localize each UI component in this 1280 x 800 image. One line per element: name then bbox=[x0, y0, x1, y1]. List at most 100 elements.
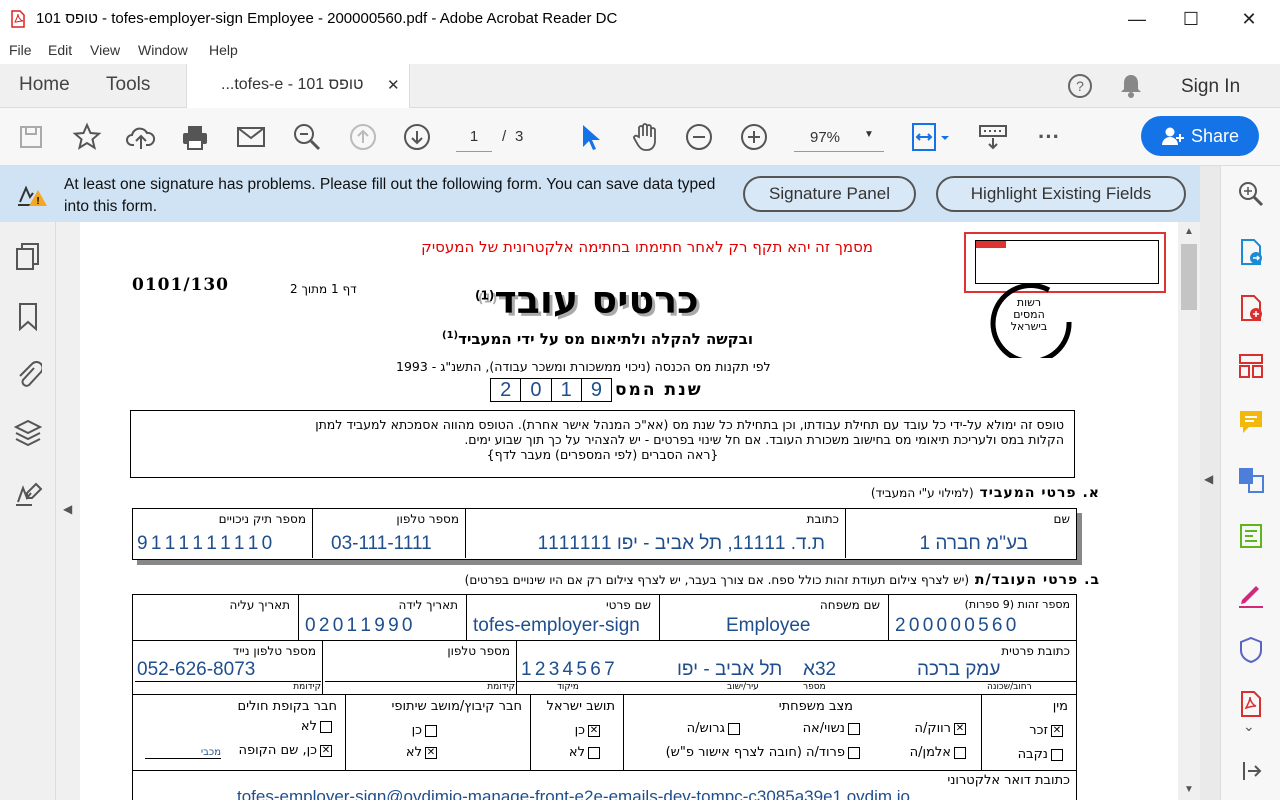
menu-view[interactable]: View bbox=[90, 42, 120, 58]
create-pdf-icon[interactable] bbox=[1237, 294, 1265, 322]
signature-panel-button[interactable]: Signature Panel bbox=[743, 176, 916, 212]
resident-no-option[interactable]: לא bbox=[569, 745, 603, 760]
left-pane-toggle[interactable]: ◀ bbox=[56, 222, 80, 800]
aliya-date-label: תאריך עליה bbox=[229, 598, 290, 612]
right-pane-toggle[interactable]: ◀ bbox=[1200, 166, 1220, 800]
sign-pen-icon[interactable] bbox=[1237, 580, 1265, 608]
hmo-label: חבר בקופת חולים bbox=[237, 699, 337, 714]
page-thumbnails-icon[interactable] bbox=[14, 242, 42, 272]
kibbutz-no-option[interactable]: ✕לא bbox=[406, 745, 440, 760]
mobile-cell[interactable]: מספר טלפון נייד 052-626-8073 קידומת bbox=[133, 641, 323, 694]
select-cursor-icon[interactable] bbox=[572, 120, 606, 154]
employer-name-cell[interactable]: שם בע"מ חברה 1 bbox=[846, 509, 1076, 558]
organize-pages-icon[interactable] bbox=[1237, 352, 1265, 380]
menu-help[interactable]: Help bbox=[209, 42, 238, 58]
highlight-fields-button[interactable]: Highlight Existing Fields bbox=[936, 176, 1186, 212]
signature-warning-banner: ! At least one signature has problems. P… bbox=[0, 166, 1200, 222]
gender-male-option[interactable]: ✕זכר bbox=[1029, 723, 1066, 738]
gender-female-option[interactable]: נקבה bbox=[1018, 747, 1066, 762]
signatures-icon[interactable] bbox=[14, 478, 44, 508]
page-number-input[interactable]: 1 bbox=[456, 124, 492, 152]
hmo-no-option[interactable]: לא bbox=[301, 719, 335, 734]
close-window-button[interactable]: ✕ bbox=[1222, 0, 1276, 38]
read-mode-icon[interactable] bbox=[976, 120, 1010, 154]
search-icon[interactable] bbox=[290, 120, 324, 154]
employer-address-cell[interactable]: כתובת ת.ד. 11111, תל אביב - יפו 1111111 bbox=[466, 509, 846, 558]
cloud-upload-icon[interactable] bbox=[124, 120, 158, 154]
combine-files-icon[interactable] bbox=[1237, 466, 1265, 494]
employer-phone-cell[interactable]: מספר טלפון 03-111-1111 bbox=[313, 509, 466, 558]
zoom-out-icon[interactable] bbox=[682, 120, 716, 154]
last-name-cell[interactable]: שם משפחה Employee bbox=[660, 595, 889, 640]
fill-sign-icon[interactable] bbox=[1237, 522, 1265, 550]
private-address-cell[interactable]: כתובת פרטית 1 2 3 4 5 6 7 תל אביב - יפו … bbox=[517, 641, 1076, 694]
help-icon[interactable]: ? bbox=[1066, 72, 1094, 100]
hmo-name-value[interactable]: מכבי bbox=[145, 747, 221, 759]
layers-icon[interactable] bbox=[14, 418, 42, 448]
previous-page-icon[interactable] bbox=[346, 120, 380, 154]
minimize-button[interactable]: — bbox=[1110, 0, 1164, 38]
email-cell[interactable]: כתובת דואר אלקטרוני tofes-employer-sign@… bbox=[133, 771, 1076, 800]
marital-married-option[interactable]: נשוי/אה bbox=[803, 721, 863, 736]
search-tools-icon[interactable] bbox=[1237, 180, 1265, 208]
employer-address-value: ת.ד. 11111, תל אביב - יפו 1111111 bbox=[537, 533, 825, 554]
id-number-cell[interactable]: מספר זהות (9 ספרות) 2 0 0 0 0 0 5 6 0 bbox=[889, 595, 1076, 640]
resident-yes-label: כן bbox=[574, 723, 585, 738]
zoom-in-icon[interactable] bbox=[737, 120, 771, 154]
employer-file-cell[interactable]: מספר תיק ניכויים 9 1 1 1 1 1 1 1 1 0 bbox=[133, 509, 313, 558]
maximize-button[interactable]: ☐ bbox=[1164, 0, 1218, 38]
comment-icon[interactable] bbox=[1237, 408, 1265, 436]
signature-field[interactable] bbox=[975, 240, 1159, 284]
share-button[interactable]: Share bbox=[1141, 116, 1259, 156]
marital-single-option[interactable]: ✕רווק/ה bbox=[914, 721, 969, 736]
bookmark-star-icon[interactable] bbox=[70, 120, 104, 154]
first-name-cell[interactable]: שם פרטי tofes-employer-sign bbox=[467, 595, 660, 640]
notification-bell-icon[interactable] bbox=[1118, 72, 1144, 100]
vertical-scrollbar[interactable]: ▲ ▼ bbox=[1178, 222, 1200, 800]
marital-separated-option[interactable]: פרוד/ה (חובה לצרף אישור פ"ש) bbox=[666, 745, 863, 760]
export-pdf-icon[interactable] bbox=[1237, 238, 1265, 266]
scroll-up-icon[interactable]: ▲ bbox=[1184, 226, 1194, 237]
tab-tools[interactable]: Tools bbox=[106, 74, 150, 96]
tab-home[interactable]: Home bbox=[19, 74, 70, 96]
tax-year-label: שנת המס bbox=[615, 380, 703, 400]
scroll-down-icon[interactable]: ▼ bbox=[1184, 784, 1194, 795]
zoom-level-select[interactable]: 97% ▼ bbox=[794, 124, 884, 152]
birth-date-cell[interactable]: תאריך לידה 0 2 0 1 1 9 9 0 bbox=[299, 595, 467, 640]
email-icon[interactable] bbox=[234, 120, 268, 154]
house-number-value: 32א bbox=[803, 659, 837, 680]
resident-yes-option[interactable]: ✕כן bbox=[575, 723, 603, 738]
fit-page-icon[interactable] bbox=[906, 120, 954, 154]
more-tools-icon[interactable]: ··· bbox=[1032, 120, 1066, 154]
tab-document[interactable]: ...tofes-e - 101 טופס ✕ bbox=[186, 64, 410, 108]
phone-cell[interactable]: מספר טלפון קידומת bbox=[323, 641, 517, 694]
collapse-tools-icon[interactable] bbox=[1241, 760, 1263, 782]
employer-phone-label: מספר טלפון bbox=[396, 512, 459, 526]
save-icon[interactable] bbox=[14, 120, 48, 154]
menu-file[interactable]: File bbox=[9, 42, 32, 58]
id-number-label: מספר זהות (9 ספרות) bbox=[964, 598, 1070, 611]
hmo-yes-option[interactable]: ✕כן, שם הקופה bbox=[238, 743, 335, 758]
share-label: Share bbox=[1190, 125, 1240, 146]
kibbutz-yes-option[interactable]: כן bbox=[412, 723, 440, 738]
scrollbar-thumb[interactable] bbox=[1181, 244, 1197, 310]
tax-year-field[interactable]: 2 0 1 9 bbox=[490, 378, 612, 402]
section-b-note: (יש לצרף צילום תעודת זהות כולל ספח. אם צ… bbox=[464, 573, 970, 587]
more-pdf-tools-icon[interactable] bbox=[1237, 690, 1265, 718]
checkbox-checked-icon: ✕ bbox=[320, 744, 332, 757]
street-label: רחוב/שכונה bbox=[987, 682, 1032, 692]
print-icon[interactable] bbox=[178, 120, 212, 154]
marital-widowed-option[interactable]: אלמן/ה bbox=[910, 745, 969, 760]
sign-in-button[interactable]: Sign In bbox=[1181, 76, 1240, 98]
marital-divorced-option[interactable]: גרוש/ה bbox=[687, 721, 743, 736]
menu-edit[interactable]: Edit bbox=[48, 42, 72, 58]
next-page-icon[interactable] bbox=[400, 120, 434, 154]
bookmarks-icon[interactable] bbox=[16, 302, 40, 332]
chevron-down-icon[interactable]: ⌄ bbox=[1243, 718, 1255, 735]
protect-shield-icon[interactable] bbox=[1237, 636, 1265, 664]
menu-window[interactable]: Window bbox=[138, 42, 188, 58]
attachments-icon[interactable] bbox=[14, 358, 42, 390]
hand-tool-icon[interactable] bbox=[628, 120, 662, 154]
aliya-date-cell[interactable]: תאריך עליה bbox=[133, 595, 299, 640]
close-tab-icon[interactable]: ✕ bbox=[387, 76, 400, 94]
